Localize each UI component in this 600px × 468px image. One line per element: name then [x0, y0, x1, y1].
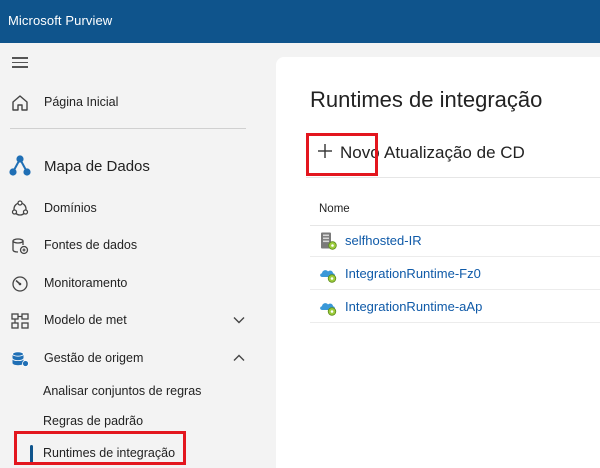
sidebar-item-label: Fontes de dados: [44, 238, 138, 252]
main-panel: Runtimes de integração Novo Atualização …: [276, 57, 600, 468]
chevron-up-icon[interactable]: [232, 351, 246, 365]
metamodel-icon: [11, 313, 29, 329]
sidebar-section-data-map[interactable]: Mapa de Dados: [0, 148, 262, 184]
sidebar-item-source-management[interactable]: Gestão de origem: [0, 343, 262, 373]
sidebar-item-home[interactable]: Página Inicial: [0, 87, 262, 117]
sidebar-divider: [10, 128, 246, 129]
runtime-link[interactable]: IntegrationRuntime-aAp: [345, 299, 482, 314]
highlight-box-new-button: [306, 133, 378, 176]
page-title: Runtimes de integração: [310, 87, 543, 112]
refresh-button[interactable]: Atualização de CD: [384, 143, 525, 171]
data-sources-icon: [12, 238, 29, 255]
monitoring-icon: [12, 276, 28, 292]
home-icon: [12, 95, 28, 111]
sidebar-section-label: Mapa de Dados: [44, 158, 150, 175]
data-map-icon: [9, 155, 31, 176]
sidebar-item-data-sources[interactable]: Fontes de dados: [0, 230, 262, 260]
sidebar: Página Inicial Mapa de Dados Domínios Fo…: [0, 43, 262, 468]
sidebar-subitem-label: Analisar conjuntos de regras: [43, 384, 202, 398]
sidebar-item-label: Monitoramento: [44, 276, 128, 290]
azure-ir-icon: [320, 303, 337, 316]
highlight-box-integration-runtimes: [14, 431, 186, 465]
column-header-name[interactable]: Nome: [319, 203, 350, 215]
sidebar-item-label: Modelo de met: [44, 313, 127, 327]
runtime-link[interactable]: selfhosted-IR: [345, 233, 422, 248]
table-row[interactable]: IntegrationRuntime-Fz0: [310, 258, 600, 290]
azure-ir-icon: [320, 270, 337, 283]
table-row[interactable]: selfhosted-IR: [310, 225, 600, 257]
top-bar: Microsoft Purview: [0, 0, 600, 43]
runtime-link[interactable]: IntegrationRuntime-Fz0: [345, 266, 481, 281]
sidebar-item-monitoring[interactable]: Monitoramento: [0, 268, 262, 298]
app-title[interactable]: Microsoft Purview: [8, 13, 112, 28]
refresh-button-label: Atualização de CD: [384, 143, 525, 162]
domains-icon: [11, 200, 29, 216]
hamburger-menu-icon[interactable]: [12, 57, 28, 69]
table-row[interactable]: IntegrationRuntime-aAp: [310, 291, 600, 323]
chevron-down-icon[interactable]: [232, 313, 246, 327]
source-management-icon: [12, 351, 29, 367]
self-hosted-ir-icon: [321, 232, 337, 250]
sidebar-item-label: Domínios: [44, 201, 97, 215]
sidebar-item-label: Página Inicial: [44, 95, 119, 109]
sidebar-subitem-scan-rule-sets[interactable]: Analisar conjuntos de regras: [0, 379, 262, 405]
sidebar-subitem-label: Regras de padrão: [43, 414, 144, 428]
sidebar-item-label: Gestão de origem: [44, 351, 144, 365]
sidebar-item-domains[interactable]: Domínios: [0, 193, 262, 223]
sidebar-item-metamodel[interactable]: Modelo de met: [0, 305, 262, 335]
toolbar-divider: [306, 177, 600, 178]
